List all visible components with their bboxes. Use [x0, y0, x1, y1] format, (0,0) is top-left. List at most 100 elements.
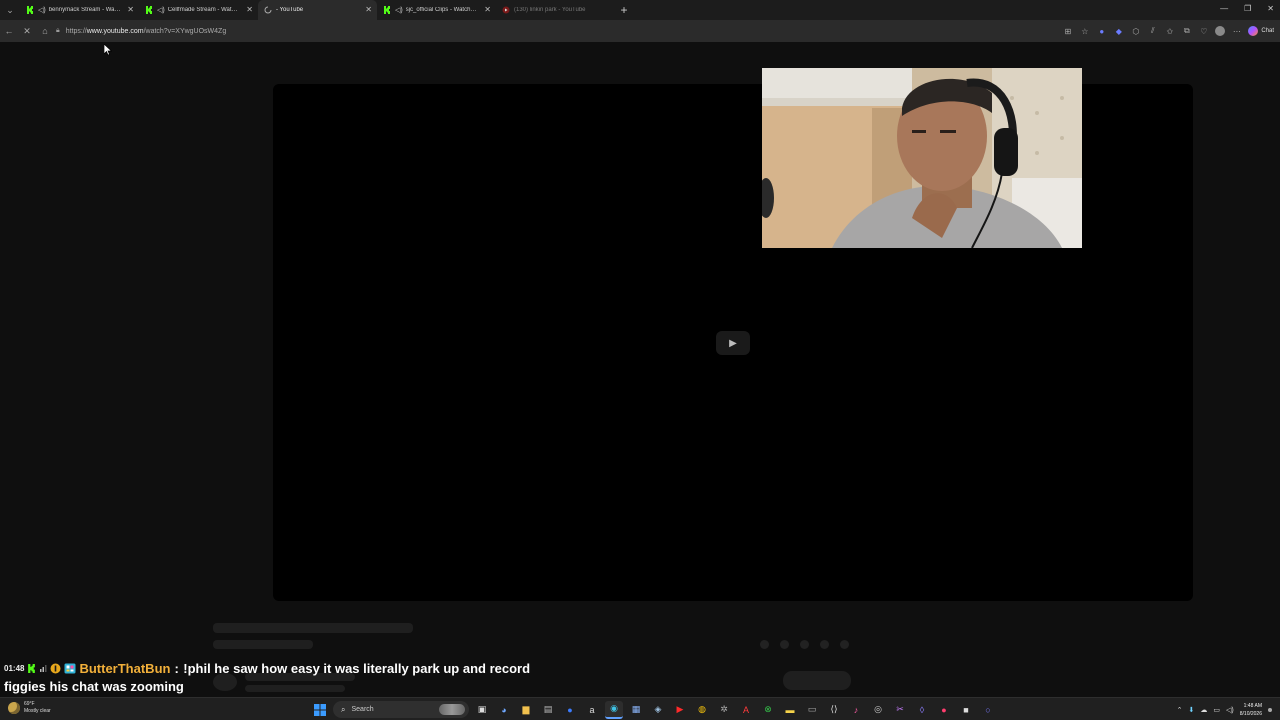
close-icon[interactable]: ✕: [484, 5, 491, 15]
favorites-icon[interactable]: ✩: [1164, 26, 1175, 37]
tab-title: Cellfmade Stream - Watch Live: [167, 7, 240, 13]
close-icon[interactable]: ✕: [365, 5, 372, 15]
tab-sjc-official[interactable]: ◁) sjc_official Clips - Watch Live ✕: [377, 0, 496, 20]
toolbar-extensions: ⊞ ☆ ● ◆ ⬡ ⫽ ✩ ⧉ ♡ ⋯ Chat: [1062, 23, 1274, 39]
cortana-icon[interactable]: ○: [979, 701, 997, 719]
browser-toolbar: ← ✕ ⌂ 🔒︎ https://www.youtube.com/watch?v…: [0, 20, 1280, 42]
notification-icon[interactable]: [1268, 707, 1272, 712]
file-explorer-icon[interactable]: ▆: [517, 701, 535, 719]
terminal-icon[interactable]: ⟨⟩: [825, 701, 843, 719]
chevron-up-icon[interactable]: ⌃: [1177, 706, 1183, 714]
chat-username: ButterThatBun: [79, 660, 171, 676]
copilot-chat-button[interactable]: Chat: [1248, 26, 1274, 36]
taskbar-apps: ⌕ Search ▣ ◕ ▆ ▤ ● a ◉ ▦ ◈ ▶ ◍ ✲ A ⊗ ▬ ▭…: [311, 700, 997, 719]
weather-widget[interactable]: 69°F Mostly clear: [8, 701, 51, 715]
windows-taskbar: 69°F Mostly clear ⌕ Search ▣ ◕ ▆ ▤ ● a ◉…: [0, 697, 1280, 720]
signal-badge-icon: [39, 664, 47, 672]
url-scheme: https://: [65, 27, 87, 35]
clock-date: 8/10/2026: [1239, 710, 1262, 717]
youtube-icon: [502, 6, 510, 14]
chat-message-text: !phil he saw how easy it was literally p…: [183, 660, 531, 676]
weather-description: Mostly clear: [24, 708, 51, 714]
taskbar-search[interactable]: ⌕ Search: [333, 701, 469, 718]
browser-tab-strip: ⌄ ◁) bennymack Stream - Watch Live ✕ ◁) …: [0, 0, 1280, 20]
steam-icon[interactable]: ◈: [649, 701, 667, 719]
copilot-icon[interactable]: ◕: [495, 701, 513, 719]
new-tab-button[interactable]: +: [615, 0, 633, 20]
extension-purple-icon[interactable]: ◆: [1113, 26, 1124, 37]
tab-title: (130) linkin park - YouTube: [514, 7, 586, 13]
stop-loading-icon[interactable]: ✕: [18, 20, 36, 42]
speaker-icon[interactable]: ◁): [157, 6, 165, 14]
lock-icon[interactable]: 🔒︎: [56, 27, 60, 35]
tab-actions-menu-icon[interactable]: ⌄: [0, 0, 20, 20]
browser-essentials-icon[interactable]: ♡: [1198, 26, 1209, 37]
copilot-icon: [1248, 26, 1259, 36]
mouse-cursor-icon: [104, 44, 112, 56]
youtube-icon[interactable]: ▶: [671, 701, 689, 719]
app-dark-icon[interactable]: ■: [957, 701, 975, 719]
gifter-badge-icon: [64, 663, 76, 674]
tray-app-icon[interactable]: ⬇: [1189, 706, 1195, 714]
profile-avatar[interactable]: [1215, 26, 1226, 36]
settings-icon[interactable]: ✲: [715, 701, 733, 719]
more-menu-icon[interactable]: ⋯: [1231, 26, 1242, 37]
minimize-icon[interactable]: —: [1220, 4, 1228, 13]
facebook-icon[interactable]: ●: [561, 701, 579, 719]
acrobat-icon[interactable]: A: [737, 701, 755, 719]
xbox-icon[interactable]: ⊗: [759, 701, 777, 719]
kick-icon: [383, 6, 391, 14]
chat-timestamp: 01:48: [4, 663, 25, 673]
tab-title: sjc_official Clips - Watch Live: [405, 7, 478, 13]
volume-icon[interactable]: ◁): [1226, 706, 1234, 714]
windows-start-icon[interactable]: [311, 701, 329, 719]
loading-icon: [264, 6, 272, 14]
home-icon[interactable]: ⌂: [36, 20, 54, 42]
amazon-icon[interactable]: a: [583, 701, 601, 719]
tab-bennymack[interactable]: ◁) bennymack Stream - Watch Live ✕: [20, 0, 139, 20]
action-dot-skeleton: [820, 640, 829, 649]
tray-cloud-icon[interactable]: ☁: [1200, 706, 1207, 714]
back-icon[interactable]: ←: [0, 20, 18, 42]
tab-youtube-active[interactable]: - YouTube ✕: [258, 0, 377, 20]
notepad-icon[interactable]: ▦: [627, 701, 645, 719]
obs-icon[interactable]: ◎: [869, 701, 887, 719]
edge-browser-icon[interactable]: ◉: [605, 700, 623, 719]
tab-linkin-park[interactable]: (130) linkin park - YouTube: [496, 0, 615, 20]
search-placeholder: Search: [351, 706, 374, 713]
capcut-icon[interactable]: ✂: [891, 701, 909, 719]
app-icon[interactable]: ◊: [913, 701, 931, 719]
close-icon[interactable]: ✕: [246, 5, 253, 15]
restore-icon[interactable]: ❐: [1244, 4, 1251, 13]
favorite-star-icon[interactable]: ☆: [1079, 26, 1090, 37]
tab-cellfmade[interactable]: ◁) Cellfmade Stream - Watch Live ✕: [139, 0, 258, 20]
action-button-skeleton: [783, 671, 851, 690]
media-player-icon[interactable]: ▭: [803, 701, 821, 719]
split-tabs-icon[interactable]: ⫽: [1147, 26, 1158, 37]
network-icon[interactable]: ▭: [1213, 706, 1220, 714]
play-icon[interactable]: ▶: [716, 331, 750, 355]
sticky-notes-icon[interactable]: ▬: [781, 701, 799, 719]
speaker-icon[interactable]: ◁): [395, 6, 403, 14]
close-window-icon[interactable]: ✕: [1267, 4, 1274, 13]
speaker-icon[interactable]: ◁): [38, 6, 46, 14]
chrome-icon[interactable]: ◍: [693, 701, 711, 719]
tiktok-icon[interactable]: ♪: [847, 701, 865, 719]
chat-button-label: Chat: [1261, 28, 1274, 34]
search-highlight-icon: [439, 704, 465, 715]
recorder-icon[interactable]: ●: [935, 701, 953, 719]
address-bar[interactable]: 🔒︎ https://www.youtube.com/watch?v=XYwgU…: [56, 23, 1046, 39]
store-icon[interactable]: ▤: [539, 701, 557, 719]
action-dot-skeleton: [800, 640, 809, 649]
streamer-webcam: [762, 68, 1082, 248]
chat-message: 01:48 ButterThatBun : !phil he saw how e…: [4, 659, 530, 677]
tab-title: - YouTube: [276, 7, 304, 13]
task-view-icon[interactable]: ▣: [473, 701, 491, 719]
extension-puzzle-icon[interactable]: ⬡: [1130, 26, 1141, 37]
kick-icon: [26, 6, 34, 14]
split-screen-icon[interactable]: ⊞: [1062, 26, 1073, 37]
collections-icon[interactable]: ⧉: [1181, 26, 1192, 37]
close-icon[interactable]: ✕: [127, 5, 134, 15]
extension-blue-icon[interactable]: ●: [1096, 26, 1107, 37]
system-clock[interactable]: 1:48 AM 8/10/2026: [1240, 702, 1262, 718]
